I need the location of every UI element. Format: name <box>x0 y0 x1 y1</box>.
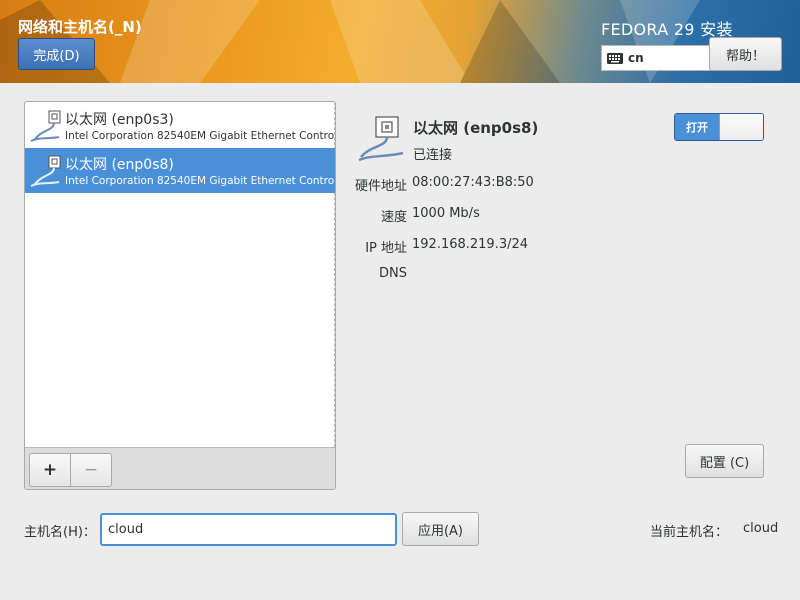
keyboard-icon <box>607 52 623 64</box>
keyboard-layout-label: cn <box>628 51 644 65</box>
device-power-switch[interactable]: 打开 <box>674 113 764 141</box>
speed-value: 1000 Mb/s <box>412 206 480 221</box>
current-hostname-value: cloud <box>743 521 779 536</box>
device-name: 以太网 (enp0s3) <box>65 112 174 128</box>
dns-label: DNS <box>379 266 407 281</box>
device-description: Intel Corporation 82540EM Gigabit Ethern… <box>65 175 336 187</box>
done-button[interactable]: 完成(D) <box>18 38 95 70</box>
hardware-address-label: 硬件地址 <box>354 179 407 194</box>
device-item-enp0s8[interactable]: 以太网 (enp0s8) Intel Corporation 82540EM G… <box>25 148 335 193</box>
ethernet-device-icon <box>358 116 404 162</box>
apply-hostname-button[interactable]: 应用(A) <box>402 512 479 546</box>
device-detail-name: 以太网 (enp0s8) <box>413 119 539 137</box>
ip-address-value: 192.168.219.3/24 <box>412 237 529 252</box>
speed-label: 速度 <box>380 210 407 225</box>
hostname-input[interactable] <box>100 513 397 546</box>
hostname-label: 主机名(H)： <box>24 525 96 540</box>
header-banner: 网络和主机名(_N) 完成(D) FEDORA 29 安装 cn 帮助！ <box>0 0 800 83</box>
device-item-enp0s3[interactable]: 以太网 (enp0s3) Intel Corporation 82540EM G… <box>25 103 335 148</box>
switch-on-label: 打开 <box>675 114 719 140</box>
device-status: 已连接 <box>413 148 453 163</box>
device-toolbar: + − <box>25 447 335 489</box>
configure-button[interactable]: 配置 (C) <box>685 444 764 478</box>
device-name: 以太网 (enp0s8) <box>65 157 174 173</box>
page-title: 网络和主机名(_N) <box>18 18 142 36</box>
keyboard-layout-indicator[interactable]: cn <box>601 45 711 71</box>
add-device-button[interactable]: + <box>29 453 71 487</box>
help-button[interactable]: 帮助！ <box>709 37 782 71</box>
switch-knob[interactable] <box>719 114 763 140</box>
hardware-address-value: 08:00:27:43:B8:50 <box>412 175 534 190</box>
remove-device-button[interactable]: − <box>70 453 112 487</box>
ethernet-icon <box>30 110 61 142</box>
current-hostname-label: 当前主机名： <box>650 525 729 540</box>
ip-address-label: IP 地址 <box>365 241 407 256</box>
ethernet-icon <box>30 155 61 187</box>
device-list-panel: 以太网 (enp0s3) Intel Corporation 82540EM G… <box>24 101 336 490</box>
device-description: Intel Corporation 82540EM Gigabit Ethern… <box>65 130 336 142</box>
device-list: 以太网 (enp0s3) Intel Corporation 82540EM G… <box>25 102 335 447</box>
